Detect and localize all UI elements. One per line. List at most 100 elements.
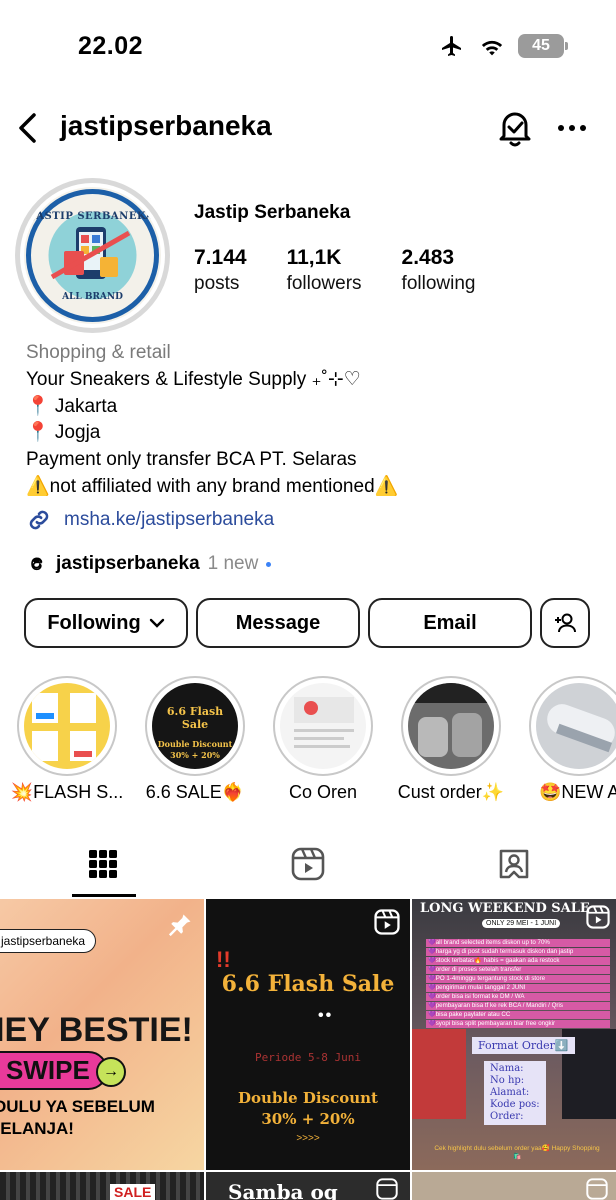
avatar-text-bottom: ALL BRAND — [62, 292, 123, 302]
post-period: Periode 5-8 Juni — [255, 1051, 361, 1064]
post-footer: Cek highlight dulu sebelum order yaa🥰 Ha… — [434, 1145, 600, 1160]
unread-dot — [266, 561, 272, 567]
stat-label: followers — [286, 273, 362, 294]
post-discount: Double Discount — [238, 1089, 378, 1107]
highlight-cover — [408, 683, 494, 769]
airplane-mode-icon — [442, 36, 461, 56]
threads-badge[interactable]: jastipserbaneka 1 new — [26, 553, 272, 575]
active-tab-indicator — [72, 894, 136, 897]
profile-avatar[interactable]: JASTIP SERBANEKA ALL BRAND — [15, 178, 170, 333]
reel-indicator-icon — [586, 1178, 608, 1200]
email-button[interactable]: Email — [368, 598, 532, 648]
threads-handle: jastipserbaneka — [56, 553, 200, 574]
reel-indicator-icon — [376, 1178, 398, 1200]
tab-reels[interactable] — [205, 830, 410, 898]
status-bar: 22.02 45 — [0, 0, 616, 90]
battery-icon: 45 — [518, 34, 568, 58]
suggested-users-button[interactable] — [540, 598, 590, 648]
post-tag: SALE — [110, 1184, 156, 1200]
bio-line: 📍 Jogja — [26, 422, 101, 444]
tagged-person-icon — [499, 849, 528, 879]
highlight-cover — [24, 683, 110, 769]
chevron-left-icon — [19, 113, 36, 143]
profile-header: jastipserbaneka — [0, 100, 616, 156]
profile-display-name: Jastip Serbaneka — [194, 202, 351, 223]
highlight-item[interactable]: 💥FLASH S... — [11, 676, 123, 803]
post-line: DULU YA SEBELUM — [0, 1097, 155, 1116]
avatar-logo: JASTIP SERBANEKA ALL BRAND — [24, 187, 161, 324]
tab-tagged[interactable] — [411, 830, 616, 898]
highlight-label: 💥FLASH S... — [10, 782, 124, 802]
reel-indicator-icon — [374, 909, 400, 935]
reels-icon — [291, 847, 324, 881]
back-button[interactable] — [12, 110, 42, 146]
profile-bio: Shopping & retail Your Sneakers & Lifest… — [26, 340, 596, 501]
wifi-icon — [481, 40, 503, 56]
message-button[interactable]: Message — [196, 598, 360, 648]
post-tile[interactable]: jastipserbaneka HEY BESTIE! SWIPE → DULU… — [0, 899, 204, 1170]
highlight-item[interactable]: 6.6 Flash Sale Double Discount 30% + 20%… — [140, 676, 250, 803]
pinned-icon — [168, 914, 191, 937]
post-headline: HEY BESTIE! — [0, 1011, 193, 1049]
bell-check-icon — [499, 112, 531, 147]
highlight-label: Cust order✨ — [397, 782, 505, 802]
profile-link[interactable]: msha.ke/jastipserbaneka — [26, 507, 274, 533]
highlight-item[interactable]: Cust order✨ — [396, 676, 506, 803]
grid-icon — [88, 850, 117, 878]
link-icon — [29, 510, 49, 530]
post-swipe-pill: SWIPE — [0, 1051, 108, 1090]
avatar-text-top: JASTIP SERBANEKA — [30, 211, 154, 222]
status-icons: 45 — [438, 34, 568, 58]
post-notes: 💜all brand selected items diskon up to 7… — [426, 939, 610, 1029]
bio-line: Your Sneakers & Lifestyle Supply ₊˚⊹♡ — [26, 368, 361, 390]
post-title: 6.6 Flash Sale — [221, 971, 395, 997]
post-format-fields: Nama: No hp: Alamat: Kode pos: Order: — [484, 1061, 546, 1125]
status-time: 22.02 — [78, 32, 144, 60]
profile-tabs — [0, 830, 616, 898]
highlight-item[interactable]: Co Oren — [268, 676, 378, 803]
following-button-label: Following — [47, 611, 141, 634]
post-tile[interactable] — [412, 1172, 616, 1200]
threads-new-count: 1 new — [207, 553, 259, 574]
posts-grid: jastipserbaneka HEY BESTIE! SWIPE → DULU… — [0, 899, 616, 1200]
story-highlights: 💥FLASH S... 6.6 Flash Sale Double Discou… — [0, 676, 616, 816]
bio-line: Payment only transfer BCA PT. Selaras — [26, 449, 357, 471]
tab-posts-grid[interactable] — [0, 830, 205, 898]
post-line: BELANJA! — [0, 1119, 74, 1138]
stat-value: 11,1K — [286, 246, 342, 269]
stat-label: posts — [194, 273, 240, 294]
post-tile[interactable]: SALE — [0, 1172, 204, 1200]
header-username: jastipserbaneka — [60, 110, 272, 141]
highlight-label: 🤩NEW A — [539, 782, 616, 802]
profile-category: Shopping & retail — [26, 342, 171, 363]
notifications-button[interactable] — [496, 108, 534, 148]
post-subtitle: ONLY 29 MEI - 1 JUNI — [482, 919, 561, 928]
highlight-label: Co Oren — [288, 782, 358, 802]
highlight-cover — [536, 683, 616, 769]
highlight-label: 6.6 SALE❤️‍🔥 — [145, 782, 245, 802]
highlight-item[interactable]: 🤩NEW A — [524, 676, 616, 803]
more-options-button[interactable] — [556, 114, 588, 142]
post-format-title: Format Order⬇️ — [472, 1037, 575, 1054]
post-tile[interactable]: LONG WEEKEND SALE ONLY 29 MEI - 1 JUNI 💜… — [412, 899, 616, 1170]
post-tile[interactable]: Samba og — [206, 1172, 410, 1200]
profile-link-text: msha.ke/jastipserbaneka — [64, 509, 275, 530]
stat-value: 7.144 — [194, 246, 247, 269]
chevron-down-icon — [149, 618, 164, 628]
following-button[interactable]: Following — [24, 598, 188, 648]
post-handle-pill: jastipserbaneka — [0, 929, 97, 953]
highlight-cover — [280, 683, 366, 769]
stat-label: following — [401, 273, 476, 294]
post-title: LONG WEEKEND SALE — [420, 901, 590, 916]
bio-line: 📍 Jakarta — [26, 395, 118, 417]
more-horizontal-icon — [558, 125, 586, 131]
stat-following[interactable]: 2.483 following — [402, 245, 476, 297]
stat-followers[interactable]: 11,1K followers — [287, 245, 362, 297]
highlight-cover: 6.6 Flash Sale Double Discount 30% + 20% — [152, 683, 238, 769]
stat-posts[interactable]: 7.144 posts — [194, 245, 247, 297]
post-discount-value: 30% + 20% — [261, 1110, 355, 1128]
threads-icon — [31, 557, 43, 571]
post-tile[interactable]: !! 6.6 Flash Sale •• Periode 5-8 Juni Do… — [206, 899, 410, 1170]
email-button-label: Email — [423, 611, 477, 634]
profile-actions: Following Message Email — [24, 598, 590, 648]
